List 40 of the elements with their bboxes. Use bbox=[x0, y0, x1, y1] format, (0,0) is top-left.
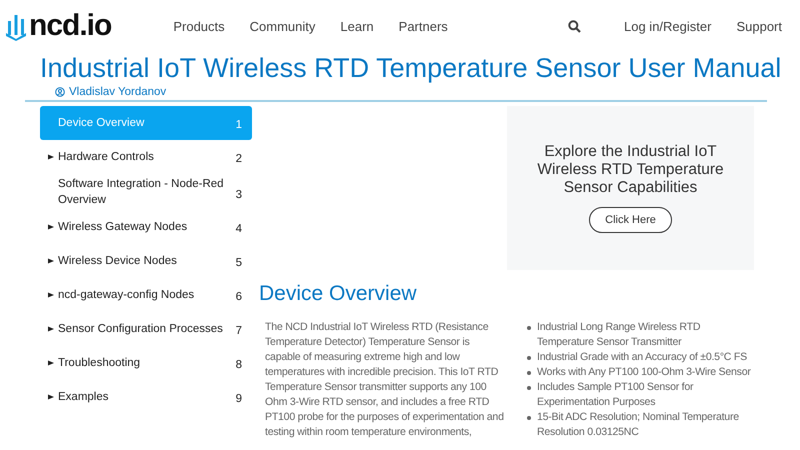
nav-link[interactable]: Log in/Register bbox=[624, 18, 712, 34]
sidebar-item[interactable]: Examples 9 bbox=[40, 380, 252, 414]
nav-link[interactable]: Partners bbox=[398, 18, 448, 34]
expand-arrow-icon[interactable] bbox=[48, 360, 54, 366]
bullet-icon bbox=[527, 386, 531, 390]
feature-text: Industrial Long Range Wireless RTD Temperature Sensor Transmitter bbox=[537, 320, 702, 350]
bullet-icon bbox=[527, 326, 531, 330]
feature-text: 15-Bit ADC Resolution; Nominal Temperature Resolution 0.03125NC bbox=[537, 410, 740, 440]
expand-arrow-icon[interactable] bbox=[48, 292, 54, 298]
click-here-button[interactable]: Click Here bbox=[589, 207, 672, 233]
expand-arrow-icon[interactable] bbox=[48, 224, 54, 230]
bullet-icon bbox=[527, 371, 531, 375]
sidebar-item[interactable]: Hardware Controls 2 bbox=[40, 140, 252, 174]
sidebar-item[interactable]: Sensor Configuration Processes 7 bbox=[40, 312, 252, 346]
bullet-icon bbox=[527, 416, 531, 420]
nav-link[interactable]: Support bbox=[736, 18, 782, 34]
user-icon bbox=[55, 87, 65, 97]
expand-arrow-icon[interactable] bbox=[48, 394, 54, 400]
site-logo[interactable]: ncd.io bbox=[6, 9, 112, 43]
search-icon[interactable] bbox=[568, 20, 581, 32]
promo-text: Explore the Industrial IoT Wireless RTD Temperature Sensor Capabilities bbox=[536, 143, 725, 197]
section-heading: Device Overview bbox=[259, 282, 418, 306]
sidebar-item[interactable]: Troubleshooting 8 bbox=[40, 346, 252, 380]
expand-arrow-icon[interactable] bbox=[48, 326, 54, 332]
page-title: Industrial IoT Wireless RTD Temperature Sensor User Manual bbox=[40, 52, 782, 84]
author-link[interactable]: Vladislav Yordanov bbox=[69, 86, 166, 98]
expand-arrow-icon[interactable] bbox=[48, 154, 54, 160]
nav-link[interactable]: Products bbox=[173, 18, 225, 34]
sidebar-item[interactable]: Wireless Gateway Nodes 4 bbox=[40, 210, 252, 244]
sidebar-item[interactable]: ncd-gateway-config Nodes 6 bbox=[40, 278, 252, 312]
bullet-icon bbox=[527, 356, 531, 360]
nav-link[interactable]: Learn bbox=[340, 18, 374, 34]
paragraph: The NCD Industrial IoT Wireless RTD (Resistance Temperature Detector) Temperature Sensor is capable of measuring extreme high and low temperatures with incredible precision. This IoT RTD Temperature Sensor transmitter supports any 100 Ohm 3-Wire RTD sensor, and includes a free RTD PT100 probe for the purposes of experimentation and testing within room temperature environments, bbox=[265, 320, 505, 440]
feature-text: Works with Any PT100 100-Ohm 3-Wire Sensor bbox=[537, 365, 751, 380]
expand-arrow-icon[interactable] bbox=[48, 258, 54, 264]
sidebar-item[interactable]: Wireless Device Nodes 5 bbox=[40, 244, 252, 278]
sidebar-item[interactable]: Software Integration - Node-Red Overview 3 bbox=[40, 174, 252, 210]
feature-text: Includes Sample PT100 Sensor for Experimentation Purposes bbox=[537, 380, 694, 410]
feature-text: Industrial Grade with an Accuracy of ±0.5°C FS bbox=[537, 350, 747, 365]
nav-link[interactable]: Community bbox=[250, 18, 316, 34]
